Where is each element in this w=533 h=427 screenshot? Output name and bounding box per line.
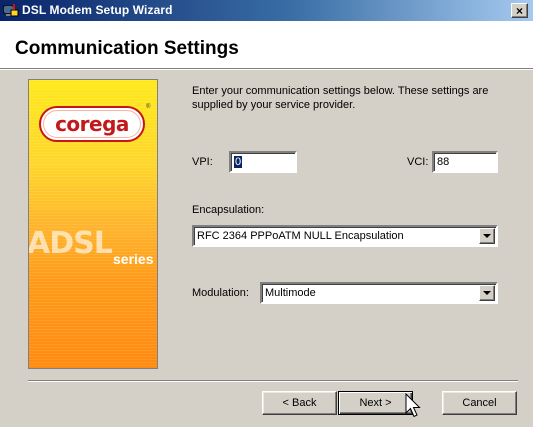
chevron-down-icon	[483, 291, 491, 295]
product-banner: corega ® ADSL series	[28, 79, 158, 369]
close-icon: ×	[515, 3, 523, 18]
back-button[interactable]: < Back	[262, 391, 337, 415]
logo-text: corega	[55, 112, 129, 136]
close-button[interactable]: ×	[511, 3, 528, 18]
encapsulation-value: RFC 2364 PPPoATM NULL Encapsulation	[197, 230, 404, 242]
series-wordmark: series	[113, 251, 154, 267]
next-button[interactable]: Next >	[338, 391, 413, 415]
intro-text: Enter your communication settings below.…	[192, 85, 489, 111]
header-divider-highlight	[0, 69, 533, 70]
modulation-select[interactable]: Multimode	[260, 282, 498, 304]
footer-divider-highlight	[28, 381, 518, 382]
encapsulation-label: Encapsulation:	[192, 204, 265, 216]
header-band: Communication Settings	[0, 21, 533, 68]
encapsulation-select[interactable]: RFC 2364 PPPoATM NULL Encapsulation	[192, 225, 498, 247]
chevron-down-icon	[483, 234, 491, 238]
encapsulation-dropdown-button[interactable]	[479, 228, 495, 244]
modulation-dropdown-button[interactable]	[479, 285, 495, 301]
registered-mark: ®	[146, 104, 151, 110]
wizard-window: DSL Modem Setup Wizard × Communication S…	[0, 0, 533, 427]
modulation-label: Modulation:	[192, 287, 249, 299]
vpi-value: 0	[234, 156, 243, 168]
modulation-value: Multimode	[265, 287, 316, 299]
corega-logo: corega	[39, 106, 145, 142]
page-title: Communication Settings	[15, 38, 239, 59]
adsl-wordmark: ADSL	[28, 226, 113, 261]
mouse-pointer-icon	[405, 392, 421, 419]
window-title: DSL Modem Setup Wizard	[22, 3, 173, 17]
vpi-input[interactable]: 0	[229, 151, 297, 173]
vci-label: VCI:	[407, 156, 429, 168]
title-bar[interactable]: DSL Modem Setup Wizard ×	[0, 0, 533, 21]
vpi-label: VPI:	[192, 156, 213, 168]
wizard-app-icon	[3, 3, 19, 18]
vci-value: 88	[437, 156, 450, 168]
cancel-button[interactable]: Cancel	[442, 391, 517, 415]
vci-input[interactable]: 88	[432, 151, 498, 173]
